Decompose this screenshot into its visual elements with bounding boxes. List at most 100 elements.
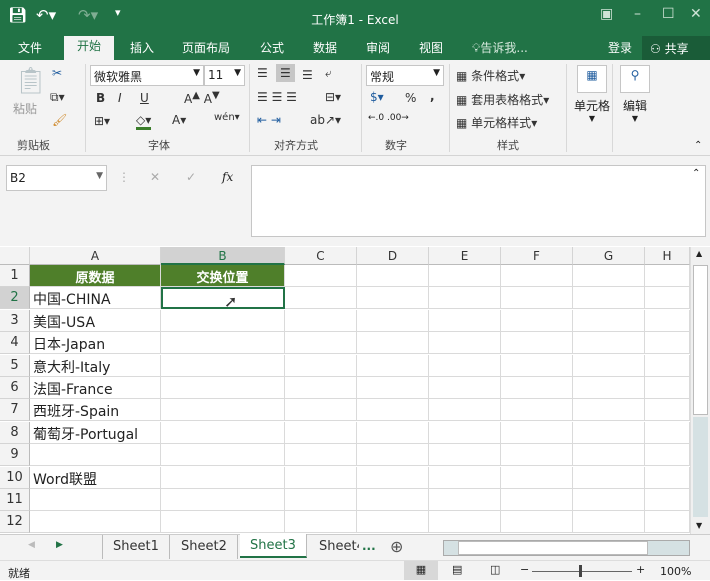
cell-C4[interactable] <box>285 332 357 355</box>
row-header-8[interactable]: 8 <box>0 421 30 444</box>
column-header-b[interactable]: B <box>161 247 285 265</box>
cell-E10[interactable] <box>429 466 501 489</box>
scroll-thumb[interactable] <box>693 265 708 415</box>
enter-icon[interactable]: ✓ <box>186 170 196 184</box>
align-bottom-icon[interactable]: ☰ <box>302 68 313 82</box>
cell-H10[interactable] <box>645 466 690 489</box>
login-link[interactable]: 登录 <box>608 39 632 60</box>
cell-A7[interactable]: 西班牙-Spain <box>30 399 161 422</box>
cell-F12[interactable] <box>501 511 573 534</box>
copy-icon[interactable]: ⧉▾ <box>50 90 65 105</box>
row-header-12[interactable]: 12 <box>0 511 30 534</box>
zoom-level[interactable]: 100% <box>660 565 691 578</box>
cell-B6[interactable] <box>161 377 285 399</box>
prev-sheet-icon[interactable]: ◀ <box>28 540 35 550</box>
cut-icon[interactable]: ✂ <box>52 66 62 80</box>
wrap-text-icon[interactable]: ⤶ <box>325 66 332 81</box>
comma-button[interactable]: , <box>430 89 435 103</box>
cell-F8[interactable] <box>501 421 573 444</box>
cell-G6[interactable] <box>573 377 645 399</box>
column-header-e[interactable]: E <box>429 247 501 265</box>
cell-E11[interactable] <box>429 489 501 511</box>
cell-B1[interactable]: 交换位置 <box>161 265 285 287</box>
cell-A9[interactable] <box>30 444 161 467</box>
scroll-down-icon[interactable]: ▼ <box>696 521 702 530</box>
cell-G2[interactable] <box>573 287 645 310</box>
cell-D9[interactable] <box>357 444 429 467</box>
paste-icon[interactable]: 📋︎ <box>14 66 47 96</box>
cell-H8[interactable] <box>645 421 690 444</box>
cell-B5[interactable] <box>161 354 285 377</box>
scroll-up-icon[interactable]: ▲ <box>696 249 702 258</box>
fill-color-icon[interactable]: ◇▾ <box>136 113 152 130</box>
cell-G8[interactable] <box>573 421 645 444</box>
font-name-select[interactable]: 微软雅黑 ▼ <box>90 65 204 86</box>
phonetic-icon[interactable]: wén▾ <box>214 112 240 123</box>
cell-A3[interactable]: 美国-USA <box>30 309 161 332</box>
align-top-icon[interactable]: ☰ <box>257 66 268 80</box>
cell-A1[interactable]: 原数据 <box>30 265 161 287</box>
cell-F6[interactable] <box>501 377 573 399</box>
cell-F2[interactable] <box>501 287 573 310</box>
decimal-icon[interactable]: ←.0 .00→ <box>368 113 409 123</box>
number-format-select[interactable]: 常规 ▼ <box>366 65 444 86</box>
tell-me[interactable]: 💡︎告诉我... <box>472 39 528 60</box>
cell-G9[interactable] <box>573 444 645 467</box>
cell-E1[interactable] <box>429 265 501 287</box>
cell-B3[interactable] <box>161 309 285 332</box>
cell-F10[interactable] <box>501 466 573 489</box>
ribbon-display-icon[interactable]: ▣ <box>600 6 613 22</box>
cell-D12[interactable] <box>357 511 429 534</box>
cell-G7[interactable] <box>573 399 645 422</box>
collapse-ribbon-icon[interactable]: ⌃ <box>694 140 702 151</box>
cell-B12[interactable] <box>161 511 285 534</box>
column-header-d[interactable]: D <box>357 247 429 265</box>
cell-G1[interactable] <box>573 265 645 287</box>
cell-B8[interactable] <box>161 421 285 444</box>
editing-button[interactable]: ⚲ 编辑 ▼ <box>617 65 653 123</box>
align-middle-icon[interactable]: ☰ <box>276 64 295 82</box>
font-size-select[interactable]: 11 ▼ <box>204 65 245 86</box>
cell-H7[interactable] <box>645 399 690 422</box>
cell-E8[interactable] <box>429 421 501 444</box>
cell-E2[interactable] <box>429 287 501 310</box>
name-box[interactable]: B2 ▼ <box>6 165 107 191</box>
sheet-tab-sheet3[interactable]: Sheet3 <box>240 534 307 558</box>
percent-button[interactable]: % <box>405 91 416 105</box>
cell-F7[interactable] <box>501 399 573 422</box>
cell-F4[interactable] <box>501 332 573 355</box>
cell-H3[interactable] <box>645 309 690 332</box>
cell-A8[interactable]: 葡萄牙-Portugal <box>30 421 161 444</box>
cell-A4[interactable]: 日本-Japan <box>30 332 161 355</box>
insert-function-button[interactable]: fx <box>222 170 233 184</box>
cell-C2[interactable] <box>285 287 357 310</box>
cell-E5[interactable] <box>429 354 501 377</box>
cell-D11[interactable] <box>357 489 429 511</box>
cell-A11[interactable] <box>30 489 161 511</box>
cell-C12[interactable] <box>285 511 357 534</box>
minimize-icon[interactable]: – <box>634 6 641 22</box>
maximize-icon[interactable]: ☐ <box>662 6 675 22</box>
indent-icon[interactable]: ⇤ ⇥ <box>257 113 281 127</box>
horizontal-scrollbar[interactable] <box>443 540 690 556</box>
sheet-tab-sheet1[interactable]: Sheet1 <box>102 535 170 559</box>
tab-view[interactable]: 视图 <box>419 39 443 60</box>
cell-G3[interactable] <box>573 309 645 332</box>
cell-D5[interactable] <box>357 354 429 377</box>
cell-G10[interactable] <box>573 466 645 489</box>
share-button[interactable]: ⚇ 共享 <box>642 36 710 60</box>
row-header-6[interactable]: 6 <box>0 377 30 399</box>
zoom-in-icon[interactable]: + <box>636 563 645 576</box>
cell-C1[interactable] <box>285 265 357 287</box>
merge-center-icon[interactable]: ⊟▾ <box>325 90 341 104</box>
more-sheets-icon[interactable]: ... <box>362 539 376 553</box>
row-header-1[interactable]: 1 <box>0 265 30 287</box>
normal-view-icon[interactable]: ▦ <box>404 561 438 580</box>
cell-D6[interactable] <box>357 377 429 399</box>
tab-insert[interactable]: 插入 <box>130 39 154 60</box>
cancel-icon[interactable]: ✕ <box>150 170 160 184</box>
column-header-a[interactable]: A <box>30 247 161 265</box>
zoom-slider-thumb[interactable] <box>579 565 582 577</box>
column-header-f[interactable]: F <box>501 247 573 265</box>
cell-styles-button[interactable]: ▦ 单元格样式▾ <box>456 114 537 131</box>
